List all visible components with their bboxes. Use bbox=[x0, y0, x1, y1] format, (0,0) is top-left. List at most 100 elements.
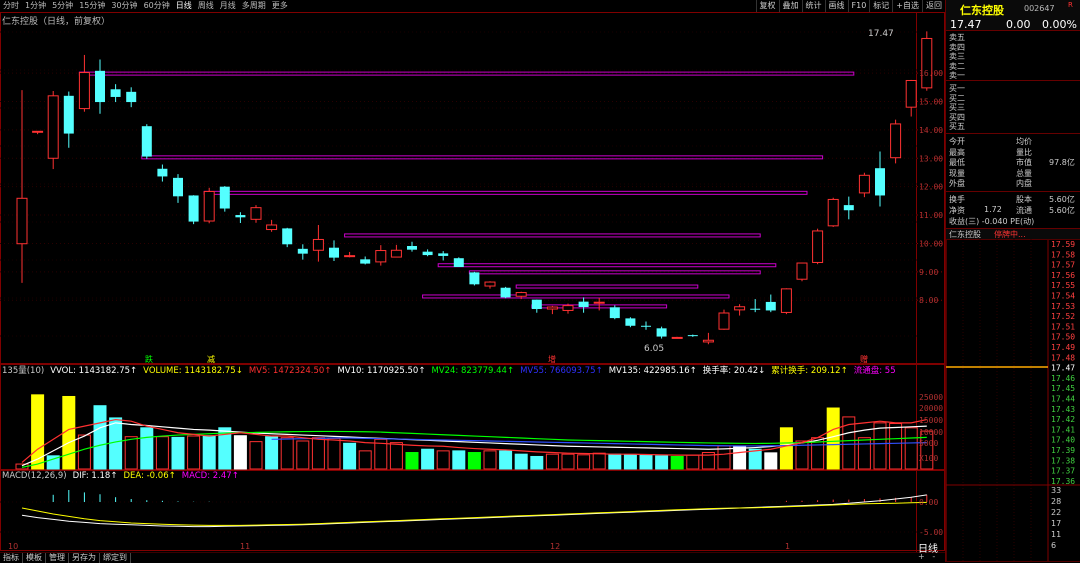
period-tab[interactable]: 分时 bbox=[0, 0, 22, 12]
volume-bar bbox=[500, 451, 512, 469]
period-tab[interactable]: 月线 bbox=[217, 0, 239, 12]
zoom-controls[interactable]: + - bbox=[918, 552, 935, 561]
candle bbox=[173, 174, 183, 203]
mini-price-tick: 17.58 bbox=[1051, 250, 1075, 259]
candle bbox=[376, 245, 386, 265]
volume-bar bbox=[890, 424, 902, 469]
volume-bar bbox=[484, 451, 496, 469]
event-marker[interactable]: 赠 bbox=[860, 354, 868, 364]
volume-bar bbox=[468, 453, 480, 469]
mini-intraday-chart[interactable]: 17.5917.5817.5717.5617.5517.5417.5317.52… bbox=[946, 239, 1080, 562]
legend-entry: MV135: 422985.16↑ bbox=[609, 366, 697, 376]
mini-price-tick: 17.37 bbox=[1051, 467, 1075, 476]
toolbar-button[interactable]: 叠加 bbox=[779, 0, 802, 12]
candle bbox=[922, 31, 932, 90]
candle bbox=[33, 131, 43, 134]
period-tab[interactable]: 15分钟 bbox=[76, 0, 108, 12]
candle bbox=[17, 90, 27, 283]
resistance-line bbox=[142, 156, 823, 159]
stat-cell: 量比 bbox=[1016, 147, 1032, 158]
stat-cell: 总量 bbox=[1016, 168, 1032, 179]
candle bbox=[547, 306, 557, 314]
toolbar-right: 复权叠加统计画线F10标记+自选返回 bbox=[756, 0, 945, 12]
mini-price-tick: 17.57 bbox=[1051, 261, 1075, 270]
period-tab[interactable]: 多周期 bbox=[239, 0, 269, 12]
volume-bar bbox=[390, 443, 402, 469]
volume-bar bbox=[656, 456, 668, 469]
mini-price-tick: 17.41 bbox=[1051, 425, 1075, 434]
candle bbox=[672, 337, 682, 339]
candle bbox=[95, 59, 105, 113]
mini-volume-tick: 6 bbox=[1051, 541, 1056, 550]
mini-price-tick: 17.42 bbox=[1051, 415, 1075, 424]
event-marker[interactable]: 增 bbox=[548, 354, 556, 364]
candle bbox=[891, 120, 901, 164]
price-tick: 14.00 bbox=[919, 126, 943, 135]
period-tab[interactable]: 周线 bbox=[195, 0, 217, 12]
volume-bar bbox=[328, 438, 340, 469]
volume-bar bbox=[578, 455, 590, 469]
toolbar-button[interactable]: 画线 bbox=[825, 0, 848, 12]
candles bbox=[17, 31, 932, 344]
legend-entry: MV55: 766093.75↑ bbox=[520, 366, 603, 376]
stat-cell: 97.8亿 bbox=[1049, 157, 1075, 168]
mini-price-tick: 17.52 bbox=[1051, 312, 1075, 321]
legend-entry: MV5: 1472324.50↑ bbox=[249, 366, 332, 376]
divider bbox=[946, 133, 1080, 134]
mini-price-tick: 17.46 bbox=[1051, 374, 1075, 383]
mini-volume-tick: 17 bbox=[1051, 519, 1061, 528]
divider bbox=[946, 191, 1080, 192]
toolbar-button[interactable]: 统计 bbox=[802, 0, 825, 12]
macd-legend: MACD(12,26,9)DIF: 1.18↑DEA: -0.06↑MACD: … bbox=[2, 471, 245, 481]
volume-bar bbox=[640, 455, 652, 469]
candle bbox=[235, 212, 245, 223]
price-tick: 10.00 bbox=[919, 239, 943, 248]
candle bbox=[126, 87, 136, 107]
period-tab[interactable]: 1分钟 bbox=[22, 0, 49, 12]
candle bbox=[844, 197, 854, 220]
toolbar-button[interactable]: F10 bbox=[848, 0, 870, 12]
toolbar-button[interactable]: +自选 bbox=[892, 0, 922, 12]
stat-cell: 市值 bbox=[1016, 157, 1032, 168]
candle bbox=[64, 92, 74, 148]
period-tab[interactable]: 30分钟 bbox=[108, 0, 140, 12]
candle bbox=[828, 198, 838, 227]
period-tab[interactable]: 更多 bbox=[269, 0, 291, 12]
period-tab[interactable]: 60分钟 bbox=[141, 0, 173, 12]
candle bbox=[220, 186, 230, 212]
price-tick: 13.00 bbox=[919, 154, 943, 163]
volume-tick: 5000 bbox=[919, 439, 938, 448]
period-tab[interactable]: 日线 bbox=[173, 0, 195, 12]
toolbar-button[interactable]: 复权 bbox=[756, 0, 779, 12]
divider bbox=[946, 80, 1080, 81]
macd-lines bbox=[22, 490, 927, 527]
volume-bar bbox=[312, 438, 324, 469]
r-badge: R bbox=[1068, 1, 1073, 9]
legend-entry: DEA: -0.06↑ bbox=[123, 471, 175, 481]
volume-tick: 20000 bbox=[919, 404, 943, 413]
candle bbox=[766, 295, 776, 313]
legend-entry: VOLUME: 1143182.75↓ bbox=[143, 366, 243, 376]
period-tab[interactable]: 5分钟 bbox=[49, 0, 76, 12]
candle bbox=[298, 244, 308, 259]
legend-entry: MV10: 1170925.50↑ bbox=[337, 366, 425, 376]
event-marker[interactable]: 跌 bbox=[145, 354, 153, 364]
stat-cell: 均价 bbox=[1016, 136, 1032, 147]
mini-price-tick: 17.56 bbox=[1051, 271, 1075, 280]
candle bbox=[797, 262, 807, 281]
mini-price-tick: 17.51 bbox=[1051, 322, 1075, 331]
mini-volume-tick: 28 bbox=[1051, 497, 1061, 506]
volume-bar bbox=[437, 451, 449, 469]
candle bbox=[391, 245, 401, 257]
event-marker[interactable]: 减 bbox=[207, 354, 215, 364]
mini-price-tick: 17.49 bbox=[1051, 343, 1075, 352]
resistance-line bbox=[423, 295, 729, 298]
volume-bar bbox=[234, 436, 246, 469]
toolbar-button[interactable]: 返回 bbox=[922, 0, 945, 12]
date-tick: 1 bbox=[785, 542, 790, 551]
stock-name: 仁东控股 bbox=[960, 2, 1004, 18]
eps-pe: 收益(三) -0.040 PE(动) bbox=[949, 216, 1034, 227]
toolbar-button[interactable]: 标记 bbox=[869, 0, 892, 12]
volume-bar bbox=[687, 455, 699, 469]
mini-volume-tick: 33 bbox=[1051, 486, 1061, 495]
